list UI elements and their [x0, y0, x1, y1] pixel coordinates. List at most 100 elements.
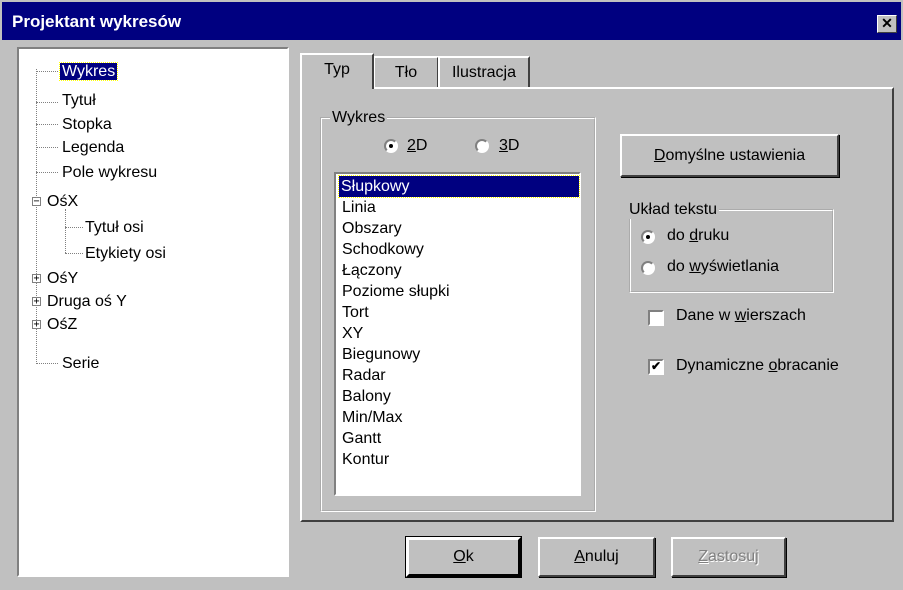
text-layout-title: Układ tekstu [627, 201, 720, 219]
tab-ilustracja[interactable]: Ilustracja [438, 56, 530, 89]
tree-connector [36, 71, 58, 72]
tree-item-label: Legenda [62, 139, 125, 156]
cancel-button[interactable]: Anuluj [538, 537, 655, 577]
checkbox-rotation-suffix: bracanie [777, 357, 839, 374]
tree-item-druga-os-y[interactable]: Druga oś Y [45, 291, 129, 312]
radio-display[interactable] [641, 261, 655, 275]
list-item[interactable]: Schodkowy [340, 239, 426, 260]
list-item[interactable]: Radar [340, 365, 388, 386]
radio-display-prefix: do [667, 258, 690, 275]
tree-item-wykres[interactable]: Wykres [58, 61, 119, 82]
collapse-glyph: − [33, 196, 40, 207]
list-item[interactable]: Gantt [340, 428, 383, 449]
chart-group-title: Wykres [330, 109, 388, 127]
list-item[interactable]: Słupkowy [338, 175, 580, 198]
tree-item-label: Tytuł osi [85, 219, 144, 236]
tree-item-legenda[interactable]: Legenda [60, 137, 126, 158]
list-item[interactable]: Linia [340, 197, 378, 218]
radio-display-label[interactable]: do wyświetlania [667, 257, 779, 277]
radio-3d-accel: 3 [499, 137, 508, 154]
tree-connector [65, 209, 66, 253]
tree-item-label: Pole wykresu [62, 164, 158, 181]
tab-label: Typ [324, 61, 350, 78]
tree-item-label: OśZ [47, 316, 78, 333]
tab-label: Ilustracja [451, 64, 517, 81]
cancel-accel: A [574, 548, 585, 565]
expand-icon[interactable]: + [32, 320, 41, 330]
radio-print-label[interactable]: do druku [667, 226, 729, 246]
radio-print-prefix: do [667, 227, 690, 244]
checkbox-rows-prefix: Dane w [676, 307, 735, 324]
tree-item-tytul[interactable]: Tytuł [60, 90, 98, 111]
title-bar[interactable]: Projektant wykresów ✕ [2, 2, 901, 40]
list-item[interactable]: Obszary [340, 218, 404, 239]
tree-item-label: Serie [62, 355, 100, 372]
tree-connector [36, 102, 58, 103]
tree-item-label: Tytuł [62, 92, 96, 109]
expand-glyph: + [33, 273, 40, 284]
ok-button[interactable]: Ok [406, 537, 521, 577]
ok-label: k [465, 548, 474, 565]
radio-3d-label[interactable]: 3D [499, 136, 519, 156]
list-item[interactable]: Poziome słupki [340, 281, 452, 302]
chart-elements-tree[interactable]: − + + + Wykres Tytuł Stopka Legenda Pole… [17, 47, 289, 577]
apply-button: Zastosuj [671, 537, 786, 577]
tree-item-label: Wykres [58, 62, 119, 81]
checkbox-rows-suffix: ierszach [746, 307, 806, 324]
apply-label: astosuj [708, 548, 759, 565]
text-layout-groupbox [629, 209, 834, 293]
radio-2d[interactable] [384, 139, 398, 153]
tree-connector [65, 253, 83, 254]
tree-item-label: Stopka [62, 116, 112, 133]
default-settings-label: omyślne ustawienia [665, 147, 806, 164]
tree-item-os-x[interactable]: OśX [45, 191, 80, 212]
radio-2d-accel: 2 [407, 137, 416, 154]
tab-tlo[interactable]: Tło [373, 56, 439, 89]
chart-type-list[interactable]: Słupkowy Linia Obszary Schodkowy Łączony… [334, 172, 581, 496]
tree-connector [65, 227, 83, 228]
tree-connector [36, 363, 58, 364]
tree-connector [36, 172, 58, 173]
close-button[interactable]: ✕ [877, 15, 897, 33]
tree-item-label: Etykiety osi [85, 245, 166, 262]
tree-item-serie[interactable]: Serie [60, 353, 101, 374]
expand-icon[interactable]: + [32, 296, 41, 307]
tree-item-etykiety-osi[interactable]: Etykiety osi [83, 243, 168, 264]
checkbox-rows-accel: w [734, 307, 747, 324]
radio-print-accel: d [689, 227, 699, 244]
list-item[interactable]: Balony [340, 386, 393, 407]
collapse-icon[interactable]: − [32, 196, 41, 207]
radio-print[interactable] [641, 230, 655, 244]
list-item[interactable]: XY [340, 323, 365, 344]
list-item[interactable]: Biegunowy [340, 344, 422, 365]
cancel-label: nuluj [584, 548, 619, 565]
list-item[interactable]: Tort [340, 302, 371, 323]
tree-item-tytul-osi[interactable]: Tytuł osi [83, 217, 146, 238]
radio-3d[interactable] [475, 139, 489, 153]
checkbox-dynamic-rotation[interactable]: ✔ [648, 359, 664, 375]
checkbox-data-in-rows-label[interactable]: Dane w wierszach [676, 306, 806, 326]
list-item[interactable]: Łączony [340, 260, 404, 281]
tree-item-os-z[interactable]: OśZ [45, 314, 79, 335]
window-title: Projektant wykresów [12, 12, 182, 31]
expand-glyph: + [33, 296, 40, 307]
expand-icon[interactable]: + [32, 273, 41, 284]
tree-item-label: OśX [47, 193, 79, 210]
apply-accel: Z [698, 548, 709, 565]
tab-typ[interactable]: Typ [300, 53, 374, 89]
radio-print-suffix: ruku [698, 227, 730, 244]
default-settings-accel: D [653, 147, 666, 164]
checkbox-data-in-rows[interactable] [648, 310, 664, 326]
checkbox-dynamic-rotation-label[interactable]: Dynamiczne obracanie [676, 356, 839, 376]
list-item[interactable]: Min/Max [340, 407, 404, 428]
tree-item-pole-wykresu[interactable]: Pole wykresu [60, 162, 159, 183]
tree-connector [36, 124, 58, 125]
checkbox-rotation-prefix: Dynamiczne [676, 357, 769, 374]
list-item[interactable]: Kontur [340, 449, 391, 470]
tree-item-label: Druga oś Y [47, 293, 127, 310]
tree-item-os-y[interactable]: OśY [45, 268, 80, 289]
tree-item-stopka[interactable]: Stopka [60, 114, 114, 135]
default-settings-button[interactable]: Domyślne ustawienia [620, 134, 839, 177]
radio-2d-label[interactable]: 2D [407, 136, 427, 156]
tree-item-label: OśY [47, 270, 79, 287]
